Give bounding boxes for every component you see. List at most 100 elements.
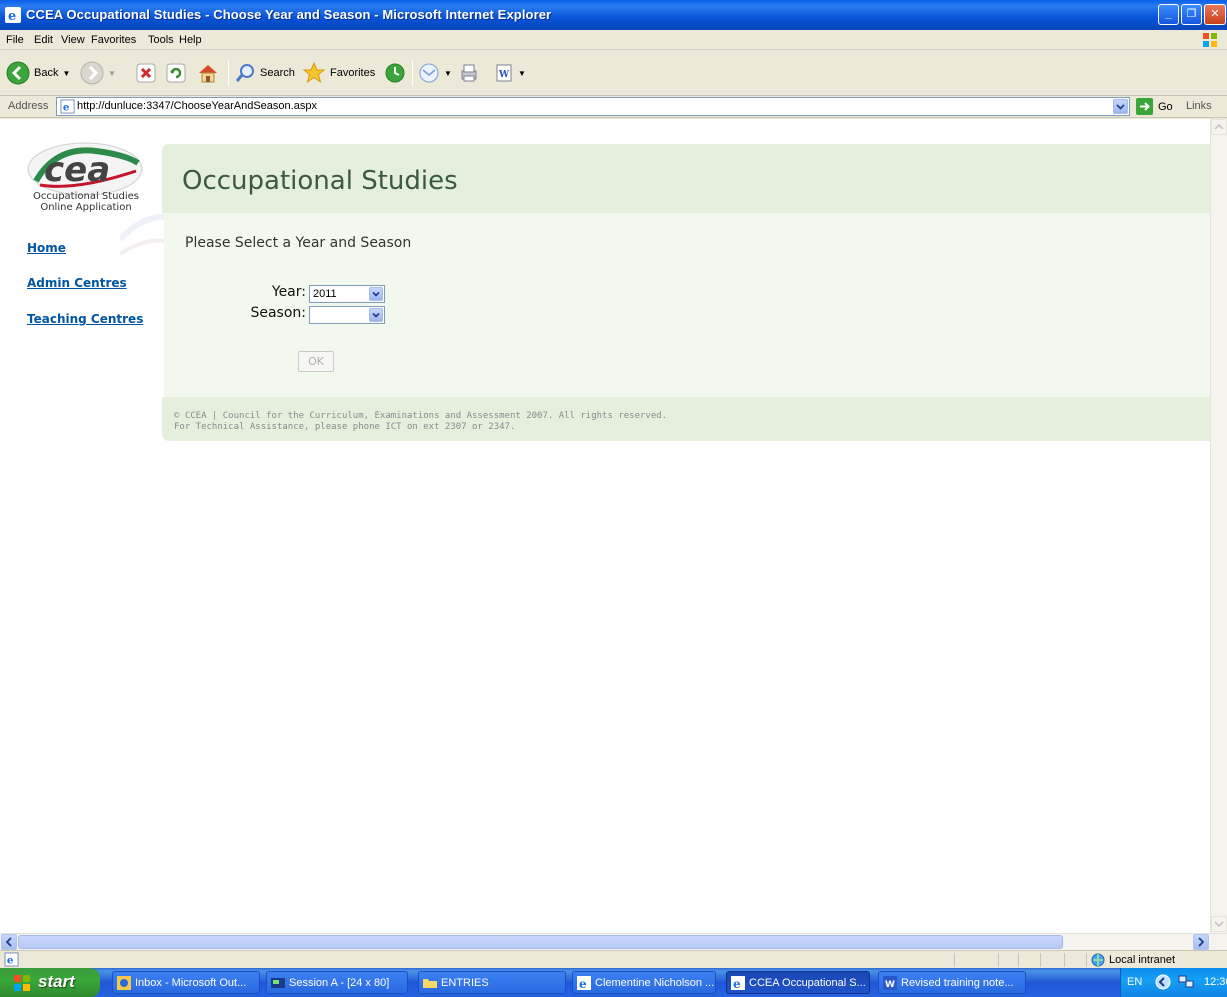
taskbar-item-label: Revised training note... xyxy=(901,976,1014,989)
scroll-up-button[interactable] xyxy=(1211,119,1227,135)
restore-button[interactable]: ❐ xyxy=(1181,4,1202,25)
menu-file[interactable]: File xyxy=(6,34,24,46)
links-button[interactable]: Links xyxy=(1186,100,1212,112)
svg-text:e: e xyxy=(579,977,587,990)
tray-collapse-icon[interactable] xyxy=(1155,974,1171,990)
close-button[interactable]: ✕ xyxy=(1204,4,1226,25)
svg-text:e: e xyxy=(63,101,70,113)
year-label: Year: xyxy=(271,284,306,300)
taskbar-item-clementine[interactable]: e Clementine Nicholson ... xyxy=(572,971,716,994)
scroll-down-button[interactable] xyxy=(1211,916,1227,932)
menu-view[interactable]: View xyxy=(61,34,85,46)
taskbar-item-label: Clementine Nicholson ... xyxy=(595,976,715,989)
back-button[interactable]: Back ▼ xyxy=(6,59,70,87)
page-icon: e xyxy=(60,99,75,114)
year-select[interactable]: 2011 xyxy=(309,285,385,303)
clock[interactable]: 12:36 xyxy=(1204,976,1227,988)
menu-favorites[interactable]: Favorites xyxy=(91,34,136,46)
stop-button[interactable] xyxy=(136,59,156,87)
go-label: Go xyxy=(1158,100,1173,113)
language-indicator[interactable]: EN xyxy=(1127,976,1142,988)
page-header: Occupational Studies xyxy=(162,144,1210,213)
chevron-down-icon xyxy=(1214,921,1224,928)
ie-icon: e xyxy=(5,7,21,23)
refresh-button[interactable] xyxy=(166,59,186,87)
address-input[interactable]: e http://dunluce:3347/ChooseYearAndSeaso… xyxy=(56,97,1130,116)
address-label: Address xyxy=(8,100,49,112)
security-zone-label: Local intranet xyxy=(1109,954,1176,966)
minimize-button[interactable]: _ xyxy=(1158,4,1179,25)
menu-bar: File Edit View Favorites Tools Help xyxy=(0,30,1227,50)
browser-toolbar: Back ▼ ▼ Search Favorites ▼ W ▼ xyxy=(0,50,1227,96)
windows-logo-icon xyxy=(1203,33,1217,47)
mail-dropdown-icon[interactable]: ▼ xyxy=(444,69,452,78)
window-title: CCEA Occupational Studies - Choose Year … xyxy=(26,7,552,22)
nav-link-home[interactable]: Home xyxy=(27,241,66,255)
search-button[interactable]: Search xyxy=(234,59,295,87)
windows-taskbar: start Inbox - Microsoft Out... Session A… xyxy=(0,968,1227,997)
scroll-left-button[interactable] xyxy=(1,934,17,950)
taskbar-item-ccea[interactable]: e CCEA Occupational S... xyxy=(726,971,870,994)
history-button[interactable] xyxy=(384,59,406,87)
ie-window-icon: e xyxy=(577,975,591,990)
address-dropdown-icon[interactable] xyxy=(1113,99,1128,114)
forward-button[interactable]: ▼ xyxy=(80,59,116,87)
year-dropdown-icon[interactable] xyxy=(369,287,383,301)
word-document-icon: W xyxy=(496,64,512,82)
windows-flag-icon xyxy=(14,975,30,991)
search-label: Search xyxy=(260,67,295,79)
address-bar: Address e http://dunluce:3347/ChooseYear… xyxy=(0,96,1227,118)
start-button[interactable]: start xyxy=(0,968,100,997)
taskbar-item-label: CCEA Occupational S... xyxy=(749,976,866,989)
back-label: Back xyxy=(34,67,59,79)
start-label: start xyxy=(38,972,75,991)
system-tray: EN 12:36 xyxy=(1120,968,1227,997)
stop-icon xyxy=(136,63,156,83)
taskbar-item-training[interactable]: W Revised training note... xyxy=(878,971,1026,994)
search-icon xyxy=(235,64,254,82)
panel-title: Please Select a Year and Season xyxy=(185,235,412,251)
forward-dropdown-icon[interactable]: ▼ xyxy=(108,69,116,78)
menu-tools[interactable]: Tools xyxy=(148,34,174,46)
edit-dropdown-icon[interactable]: ▼ xyxy=(518,69,526,78)
horizontal-scroll-thumb[interactable] xyxy=(18,935,1063,949)
svg-text:W: W xyxy=(498,70,510,80)
svg-text:e: e xyxy=(8,9,16,23)
history-icon xyxy=(385,63,405,83)
window-title-bar[interactable]: e CCEA Occupational Studies - Choose Yea… xyxy=(0,0,1227,30)
taskbar-item-label: Inbox - Microsoft Out... xyxy=(135,976,247,989)
address-url: http://dunluce:3347/ChooseYearAndSeason.… xyxy=(77,100,317,112)
ok-button[interactable]: OK xyxy=(298,351,334,372)
nav-link-admin-centres[interactable]: Admin Centres xyxy=(27,276,127,290)
mail-icon xyxy=(419,63,439,83)
favorites-button[interactable]: Favorites xyxy=(302,59,375,87)
print-button[interactable] xyxy=(458,59,480,87)
vertical-scrollbar[interactable] xyxy=(1210,119,1227,933)
mail-button[interactable]: ▼ xyxy=(418,59,452,87)
menu-edit[interactable]: Edit xyxy=(34,34,53,46)
scroll-right-button[interactable] xyxy=(1193,934,1209,950)
taskbar-item-session[interactable]: Session A - [24 x 80] xyxy=(266,971,408,994)
taskbar-item-label: Session A - [24 x 80] xyxy=(289,976,390,989)
word-icon: W xyxy=(883,975,897,990)
favorites-star-icon xyxy=(302,61,326,84)
season-select[interactable] xyxy=(309,306,385,324)
ccea-logo: cea xyxy=(27,142,143,196)
taskbar-item-outlook[interactable]: Inbox - Microsoft Out... xyxy=(112,971,260,994)
folder-icon xyxy=(423,978,437,988)
refresh-icon xyxy=(166,63,186,83)
network-icon[interactable] xyxy=(1177,974,1195,990)
go-arrow-icon xyxy=(1136,98,1153,115)
home-button[interactable] xyxy=(196,59,220,87)
menu-help[interactable]: Help xyxy=(179,34,202,46)
back-dropdown-icon[interactable]: ▼ xyxy=(62,69,70,78)
go-button[interactable]: Go xyxy=(1136,98,1173,115)
svg-text:e: e xyxy=(733,977,741,990)
horizontal-scrollbar[interactable] xyxy=(0,933,1227,950)
nav-link-teaching-centres[interactable]: Teaching Centres xyxy=(27,312,143,326)
season-dropdown-icon[interactable] xyxy=(369,308,383,322)
season-label: Season: xyxy=(250,305,306,321)
taskbar-item-entries[interactable]: ENTRIES xyxy=(418,971,566,994)
edit-word-button[interactable]: W ▼ xyxy=(494,59,526,87)
favorites-label: Favorites xyxy=(330,67,376,79)
